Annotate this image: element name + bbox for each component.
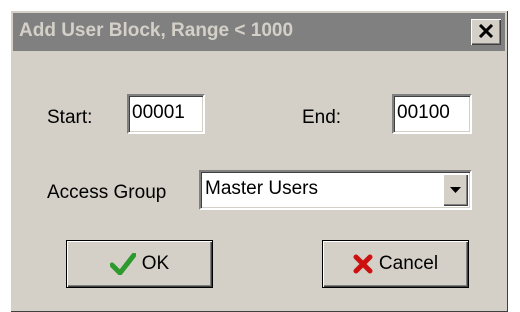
add-user-block-dialog: Add User Block, Range < 1000 Start: 0000… (10, 10, 508, 312)
title-bar[interactable]: Add User Block, Range < 1000 (13, 13, 505, 51)
end-label: End: (302, 107, 342, 128)
end-input[interactable]: 00100 (392, 94, 472, 134)
ok-button[interactable]: OK (67, 241, 212, 287)
cancel-label: Cancel (378, 253, 439, 274)
chevron-down-icon (450, 187, 461, 193)
red-x-icon (353, 254, 373, 274)
access-group-label: Access Group (47, 182, 167, 203)
close-button[interactable] (471, 19, 501, 45)
checkmark-icon (109, 253, 136, 275)
dialog-title: Add User Block, Range < 1000 (19, 20, 294, 41)
dropdown-button[interactable] (443, 174, 468, 206)
cancel-button[interactable]: Cancel (323, 241, 468, 287)
close-icon (478, 24, 494, 38)
start-label: Start: (47, 107, 93, 128)
start-input[interactable]: 00001 (127, 94, 205, 134)
access-group-value: Master Users (205, 178, 318, 199)
ok-label: OK (141, 253, 170, 274)
access-group-select[interactable]: Master Users (199, 170, 472, 210)
